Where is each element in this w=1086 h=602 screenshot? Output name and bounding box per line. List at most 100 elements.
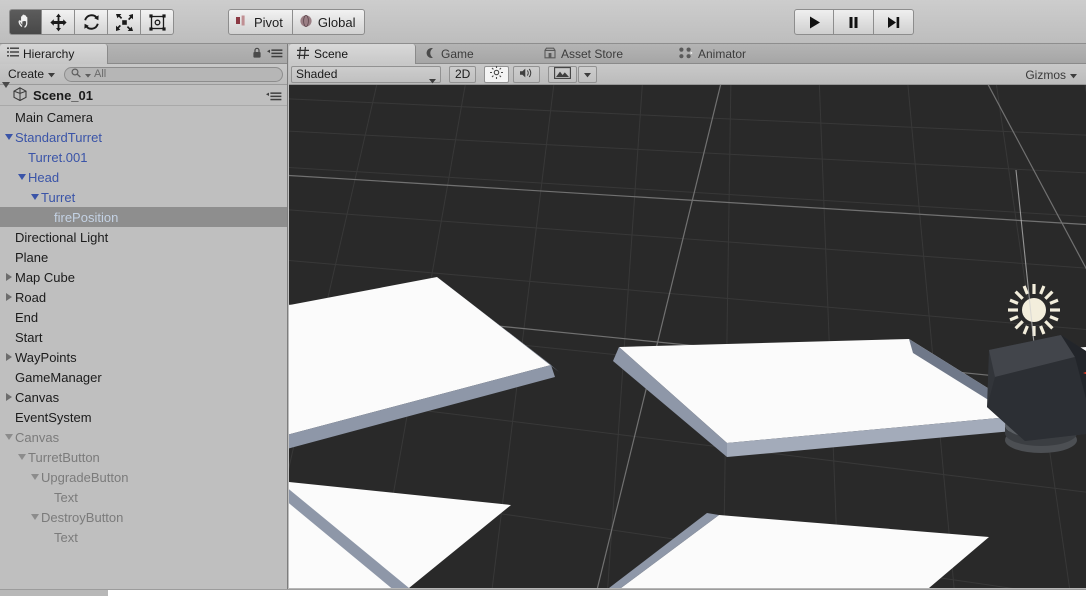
hierarchy-tree: Main Camera StandardTurret Turret.001 Head T… xyxy=(0,106,287,547)
space-label: Global xyxy=(317,14,356,30)
hierarchy-item-text[interactable]: Text xyxy=(0,487,287,507)
hierarchy-item-end[interactable]: End xyxy=(0,307,287,327)
toggle-audio-button[interactable] xyxy=(513,65,541,83)
hierarchy-item-label: UpgradeButton xyxy=(41,469,129,485)
twisty-collapsed-icon[interactable] xyxy=(2,393,15,401)
hierarchy-item-label: Head xyxy=(28,169,60,185)
tab-scene[interactable]: Scene xyxy=(289,44,416,64)
hierarchy-item-label: Turret xyxy=(41,189,76,205)
hierarchy-item-label: Plane xyxy=(15,249,49,265)
twisty-expanded-icon[interactable] xyxy=(2,434,15,440)
scene-name-label: Scene_01 xyxy=(33,87,93,103)
hierarchy-item-label: End xyxy=(15,309,39,325)
scene-view-panel: Scene Game Asset Store Animator Shaded 2D xyxy=(289,44,1086,589)
toggle-lighting-button[interactable] xyxy=(484,65,510,83)
status-bar-stub xyxy=(0,590,108,596)
twisty-expanded-icon[interactable] xyxy=(28,194,41,200)
tab-animator[interactable]: Animator xyxy=(671,44,781,64)
space-toggle[interactable]: Global xyxy=(292,9,366,35)
create-label: Create xyxy=(8,67,45,81)
hierarchy-item-start[interactable]: Start xyxy=(0,327,287,347)
toggle-2d-label: 2D xyxy=(455,67,471,81)
effects-dropdown[interactable] xyxy=(578,65,598,83)
rect-tool[interactable] xyxy=(141,9,174,35)
shading-mode-dropdown[interactable]: Shaded xyxy=(291,65,441,83)
globe-icon xyxy=(299,14,313,31)
hierarchy-item-label: Text xyxy=(54,529,78,545)
hierarchy-item-label: WayPoints xyxy=(15,349,77,365)
hierarchy-panel: Hierarchy Create All Scene_01 Main Camer… xyxy=(0,44,288,589)
hierarchy-item-text[interactable]: Text xyxy=(0,527,287,547)
step-button[interactable] xyxy=(874,9,914,35)
hierarchy-item-map-cube[interactable]: Map Cube xyxy=(0,267,287,287)
twisty-expanded-icon[interactable] xyxy=(15,454,28,460)
twisty-expanded-icon[interactable] xyxy=(28,474,41,480)
hierarchy-item-eventsystem[interactable]: EventSystem xyxy=(0,407,287,427)
chevron-down-icon xyxy=(1070,68,1077,82)
twisty-expanded-icon[interactable] xyxy=(15,174,28,180)
search-input[interactable] xyxy=(94,68,276,80)
hierarchy-item-fireposition[interactable]: firePosition xyxy=(0,207,287,227)
hierarchy-item-label: TurretButton xyxy=(28,449,100,465)
pivot-space-group: Pivot Global xyxy=(228,9,366,35)
status-bar xyxy=(0,589,1086,602)
search-icon xyxy=(71,67,82,81)
tab-hierarchy-label: Hierarchy xyxy=(23,47,75,61)
toggle-2d-button[interactable]: 2D xyxy=(449,65,477,83)
scene-twisty-icon[interactable] xyxy=(2,81,10,103)
twisty-expanded-icon[interactable] xyxy=(28,514,41,520)
hierarchy-item-directional-light[interactable]: Directional Light xyxy=(0,227,287,247)
hierarchy-item-canvas[interactable]: Canvas xyxy=(0,387,287,407)
pause-button[interactable] xyxy=(834,9,874,35)
twisty-collapsed-icon[interactable] xyxy=(2,353,15,361)
unity-editor-window: Pivot Global Hierarchy Create All Scene_… xyxy=(0,0,1086,602)
hierarchy-item-road[interactable]: Road xyxy=(0,287,287,307)
speaker-icon xyxy=(519,67,534,82)
hierarchy-item-turret-001[interactable]: Turret.001 xyxy=(0,147,287,167)
lock-icon[interactable] xyxy=(252,47,262,62)
hierarchy-item-waypoints[interactable]: WayPoints xyxy=(0,347,287,367)
tab-asset-store[interactable]: Asset Store xyxy=(536,44,666,64)
hierarchy-item-turret[interactable]: Turret xyxy=(0,187,287,207)
hierarchy-tab-actions xyxy=(252,47,283,62)
hierarchy-item-turretbutton[interactable]: TurretButton xyxy=(0,447,287,467)
search-filter-caret-icon[interactable] xyxy=(85,67,92,81)
scene-root-row[interactable]: Scene_01 xyxy=(0,81,287,106)
shading-mode-label: Shaded xyxy=(296,67,338,81)
gizmos-dropdown[interactable]: Gizmos xyxy=(1020,66,1082,83)
hand-tool[interactable] xyxy=(9,9,42,35)
move-tool[interactable] xyxy=(42,9,75,35)
hierarchy-item-destroybutton[interactable]: DestroyButton xyxy=(0,507,287,527)
hierarchy-item-label: GameManager xyxy=(15,369,102,385)
hierarchy-item-upgradebutton[interactable]: UpgradeButton xyxy=(0,467,287,487)
tab-label: Animator xyxy=(698,47,747,61)
hierarchy-menu-icon[interactable] xyxy=(267,48,283,62)
hierarchy-item-standardturret[interactable]: StandardTurret xyxy=(0,127,287,147)
chevron-down-icon xyxy=(584,67,592,81)
tab-label: Asset Store xyxy=(561,47,624,61)
scene-context-menu-icon[interactable] xyxy=(266,90,282,105)
pivot-toggle[interactable]: Pivot xyxy=(228,9,293,35)
scene-viewport[interactable] xyxy=(289,85,1086,588)
search-field[interactable] xyxy=(64,66,283,82)
tab-game[interactable]: Game xyxy=(416,44,516,64)
create-button[interactable]: Create xyxy=(4,66,59,82)
play-button[interactable] xyxy=(794,9,834,35)
hierarchy-item-plane[interactable]: Plane xyxy=(0,247,287,267)
hierarchy-item-head[interactable]: Head xyxy=(0,167,287,187)
tab-label: Scene xyxy=(314,47,349,61)
pivot-label: Pivot xyxy=(254,14,283,30)
twisty-expanded-icon[interactable] xyxy=(2,134,15,140)
toggle-effects-button[interactable] xyxy=(548,65,578,83)
twisty-collapsed-icon[interactable] xyxy=(2,293,15,301)
tab-hierarchy[interactable]: Hierarchy xyxy=(0,44,108,64)
rotate-tool[interactable] xyxy=(75,9,108,35)
twisty-collapsed-icon[interactable] xyxy=(2,273,15,281)
hierarchy-item-label: StandardTurret xyxy=(15,129,102,145)
scale-tool[interactable] xyxy=(108,9,141,35)
grid-icon xyxy=(297,46,309,62)
transform-tools-group xyxy=(9,9,174,35)
hierarchy-item-gamemanager[interactable]: GameManager xyxy=(0,367,287,387)
hierarchy-item-main-camera[interactable]: Main Camera xyxy=(0,107,287,127)
hierarchy-item-canvas[interactable]: Canvas xyxy=(0,427,287,447)
